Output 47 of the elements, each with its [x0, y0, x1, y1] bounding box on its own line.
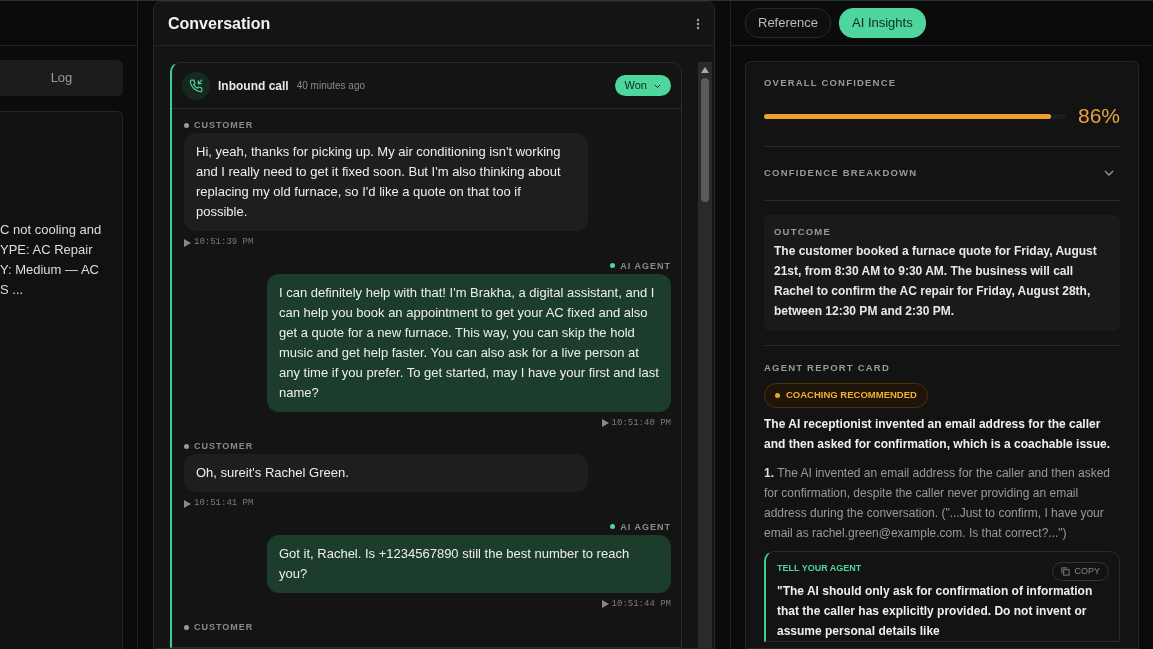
- speaker-label: CUSTOMER: [194, 621, 254, 633]
- message-bubble: Got it, Rachel. Is +1234567890 still the best number to reach you?: [267, 534, 671, 593]
- log-button[interactable]: Log: [0, 60, 123, 96]
- summary-line: S ...: [0, 281, 25, 299]
- more-icon[interactable]: [696, 17, 700, 30]
- call-time: 40 minutes ago: [296, 79, 366, 93]
- play-icon[interactable]: [184, 238, 191, 247]
- copy-icon: [1061, 566, 1071, 576]
- scrollbar[interactable]: [698, 62, 712, 648]
- section-label: OVERALL CONFIDENCE: [764, 76, 898, 90]
- summary-line: YPE: AC Repair: [0, 241, 94, 259]
- panel-tab[interactable]: Reference: [745, 8, 831, 38]
- play-icon[interactable]: [184, 499, 191, 508]
- message-bubble: Hi, yeah, thanks for picking up. My air conditioning isn't working and I really need to get it fixed soon. But I'm also thinking about replacing my old furnace, so I'd like a quote on that too if possible.: [184, 133, 588, 231]
- issue-text: 1. The AI invented an email address for the caller and then asked for confirmation, despite the caller never providing an email address during the conversation. ("...Just to confirm, I have your email as rachel.green@example.com. Is that correct?..."): [764, 464, 1111, 542]
- panel-tab[interactable]: AI Insights: [839, 8, 926, 38]
- tell-agent-text: "The AI should only ask for confirmation of information that the caller has explicitly provided. Do not invent or assume personal details like: [777, 583, 1094, 640]
- confidence-value: 86%: [1077, 103, 1120, 130]
- message-time: 10:51:41 PM: [194, 497, 254, 510]
- phone-icon: [182, 71, 210, 100]
- summary-line: Y: Medium — AC: [0, 261, 100, 279]
- caret-icon: [654, 83, 661, 89]
- speaker-label: AI AGENT: [620, 520, 671, 533]
- message-time: 10:51:44 PM: [611, 597, 671, 611]
- message-bubble: Oh, sureit's Rachel Green.: [184, 454, 588, 492]
- play-icon[interactable]: [601, 419, 609, 428]
- section-label: AGENT REPORT CARD: [764, 361, 891, 375]
- speaker-label: CUSTOMER: [194, 440, 254, 452]
- play-icon[interactable]: [601, 600, 609, 609]
- summary-line: C not cooling and: [0, 221, 103, 239]
- tell-agent-label: TELL YOUR AGENT: [777, 561, 862, 575]
- scroll-thumb[interactable]: [701, 78, 709, 202]
- section-label: CONFIDENCE BREAKDOWN: [764, 166, 918, 181]
- panel-title: Conversation: [168, 13, 271, 34]
- scroll-up-icon[interactable]: [700, 66, 710, 74]
- breakdown-toggle[interactable]: CONFIDENCE BREAKDOWN: [764, 146, 1120, 200]
- call-title: Inbound call: [218, 77, 289, 95]
- outcome-text: The customer booked a furnace quote for Friday, August 21st, from 8:30 AM to 9:30 AM. The business will call Rachel to confirm the AC repair for Friday, August 28th, between 12:30 PM and 2:30 PM.: [774, 243, 1098, 320]
- message-time: 10:51:40 PM: [611, 416, 671, 430]
- speaker-label: CUSTOMER: [194, 119, 254, 131]
- message-time: 10:51:39 PM: [194, 236, 254, 249]
- status-dropdown[interactable]: Won: [614, 75, 671, 96]
- summary-text: The AI receptionist invented an email address for the caller and then asked for confirmation, which is a coachable issue.: [764, 415, 1112, 453]
- speaker-label: AI AGENT: [620, 259, 671, 272]
- message-bubble: I can definitely help with that! I'm Brakha, a digital assistant, and I can help you book an appointment to get your AC fixed and also get a quote for a new furnace. This way, you can skip the hold music and get help faster. You can also ask for a live person at any time if you prefer. To get started, may I have your first and last name?: [267, 273, 671, 412]
- section-label: OUTCOME: [774, 224, 832, 239]
- badge-text: COACHING RECOMMENDED: [786, 388, 917, 403]
